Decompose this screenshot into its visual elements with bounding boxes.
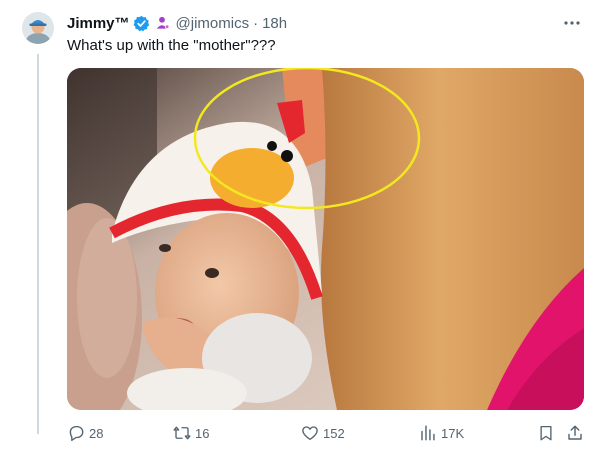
tweet-header: Jimmy™ @jimomics · 18h — [67, 13, 287, 33]
bookmark-icon — [540, 425, 552, 441]
header-separator: · — [253, 14, 259, 32]
view-count: 17K — [441, 425, 465, 441]
like-button[interactable]: 152 — [301, 422, 345, 444]
affiliate-badge-icon[interactable] — [154, 15, 171, 32]
avatar[interactable] — [22, 12, 54, 44]
reply-count: 28 — [89, 425, 104, 441]
views-button[interactable]: 17K — [419, 422, 464, 444]
thread-line — [37, 54, 39, 434]
tweet-text: What's up with the "mother"??? — [67, 37, 276, 54]
more-horizontal-icon — [564, 21, 580, 25]
photo-illustration — [67, 68, 584, 410]
tweet-photo[interactable] — [67, 68, 584, 410]
verified-badge-icon[interactable] — [133, 15, 150, 32]
more-options-button[interactable] — [561, 13, 583, 33]
repost-button[interactable]: 16 — [173, 422, 209, 444]
timestamp[interactable]: 18h — [262, 15, 287, 32]
share-button[interactable] — [566, 422, 584, 444]
tweet-card[interactable]: Jimmy™ @jimomics · 18h What's up with th… — [0, 0, 599, 450]
reply-icon — [69, 425, 84, 442]
views-icon — [421, 425, 435, 441]
reply-button[interactable]: 28 — [67, 422, 103, 444]
action-bar: 28 16 152 17K — [67, 422, 584, 444]
author-handle[interactable]: @jimomics — [176, 15, 250, 32]
repost-icon — [173, 426, 191, 440]
share-icon — [568, 425, 582, 440]
like-count: 152 — [323, 425, 345, 441]
author-display-name[interactable]: Jimmy™ — [67, 15, 130, 32]
bookmark-button[interactable] — [537, 422, 555, 444]
like-icon — [302, 426, 318, 441]
repost-count: 16 — [195, 425, 210, 441]
